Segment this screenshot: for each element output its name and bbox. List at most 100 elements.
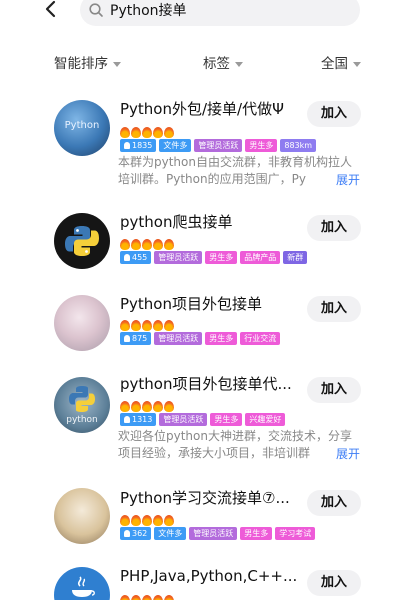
filter-region[interactable]: 全国: [321, 52, 361, 72]
avatar: [54, 295, 110, 351]
search-query: Python接单: [110, 3, 187, 19]
flame-icon: [153, 239, 163, 250]
flame-icon: [164, 595, 174, 600]
flame-icon: [164, 239, 174, 250]
group-title: Python外包/接单/代做Ψ: [120, 100, 284, 118]
tag: 男生多: [205, 251, 238, 264]
tag: 男生多: [210, 413, 243, 426]
flame-icon: [164, 320, 174, 331]
tag: 管理员活跃: [189, 527, 238, 540]
java-logo-icon: [72, 576, 95, 597]
flame-icon: [153, 320, 163, 331]
member-count-badge: 1835: [120, 139, 157, 152]
flame-rating: [120, 123, 175, 138]
flame-icon: [120, 595, 130, 600]
flame-icon: [142, 515, 152, 526]
flame-icon: [142, 595, 152, 600]
tag-row: 1313 管理员活跃 男生多 兴趣爱好: [120, 413, 288, 427]
flame-icon: [120, 401, 130, 412]
flame-icon: [131, 401, 141, 412]
flame-icon: [120, 515, 130, 526]
person-icon: [124, 530, 130, 537]
person-icon: [124, 416, 130, 423]
member-count-badge: 362: [120, 527, 152, 540]
tag: 学习考试: [275, 527, 316, 540]
tag: 男生多: [205, 332, 238, 345]
back-arrow-icon: [45, 0, 56, 18]
dropdown-triangle-icon: [235, 61, 243, 67]
avatar-text: Python: [64, 120, 100, 131]
join-button[interactable]: 加入: [307, 296, 361, 322]
flame-icon: [153, 127, 163, 138]
flame-icon: [164, 127, 174, 138]
group-description: 本群为python自由交流群，非教育机构拉人 培训群。Python的应用范围广，…: [118, 154, 362, 188]
member-count: 362: [132, 529, 148, 538]
tag: 品牌产品: [240, 251, 281, 264]
group-description: 欢迎各位python大神进群，交流技术，分享 项目经验，承接大小项目，非培训群: [118, 428, 362, 462]
filter-bar: 智能排序 标签 全国: [0, 48, 413, 74]
tag-row: 455 管理员活跃 男生多 品牌产品 新群: [120, 251, 310, 265]
join-button[interactable]: 加入: [307, 101, 361, 127]
member-count-badge: 1313: [120, 413, 157, 426]
search-bar[interactable]: Python接单: [80, 0, 360, 26]
join-button[interactable]: 加入: [307, 490, 361, 516]
tag: 管理员活跃: [154, 332, 203, 345]
flame-icon: [153, 401, 163, 412]
tag: 文件多: [159, 139, 192, 152]
tag-row: 875 管理员活跃 男生多 行业交流: [120, 332, 283, 346]
member-count: 875: [132, 334, 148, 343]
tag: 883km: [280, 139, 317, 152]
expand-link[interactable]: 展开: [336, 445, 360, 462]
flame-icon: [153, 515, 163, 526]
dropdown-triangle-icon: [353, 61, 361, 67]
join-button[interactable]: 加入: [307, 215, 361, 241]
group-title: python爬虫接单: [120, 213, 233, 231]
tag: 行业交流: [240, 332, 281, 345]
flame-rating: [120, 316, 175, 331]
search-icon: [89, 3, 103, 17]
member-count: 1313: [132, 415, 153, 424]
member-count: 1835: [132, 141, 153, 150]
filter-tags-label: 标签: [203, 56, 230, 72]
flame-icon: [142, 401, 152, 412]
description-line: 本群为python自由交流群，非教育机构拉人: [118, 155, 352, 169]
flame-rating: [120, 397, 175, 412]
flame-icon: [131, 515, 141, 526]
tag: 管理员活跃: [194, 139, 243, 152]
flame-icon: [142, 239, 152, 250]
flame-icon: [120, 320, 130, 331]
filter-sort[interactable]: 智能排序: [54, 52, 121, 72]
group-title: PHP,Java,Python,C++...: [120, 567, 298, 585]
tag: 文件多: [154, 527, 187, 540]
tag: 男生多: [240, 527, 273, 540]
flame-icon: [142, 320, 152, 331]
group-title: python项目外包接单代...: [120, 375, 292, 393]
tag: 管理员活跃: [159, 413, 208, 426]
person-icon: [124, 335, 130, 342]
top-bar: Python接单: [0, 0, 413, 36]
flame-rating: [120, 511, 175, 526]
flame-icon: [142, 127, 152, 138]
flame-icon: [120, 127, 130, 138]
flame-icon: [164, 515, 174, 526]
avatar: [54, 213, 110, 269]
group-title: Python项目外包接单: [120, 295, 262, 313]
dropdown-triangle-icon: [113, 61, 121, 67]
join-button[interactable]: 加入: [307, 570, 361, 596]
description-line: 项目经验，承接大小项目，非培训群: [118, 446, 311, 460]
filter-tags[interactable]: 标签: [203, 52, 243, 72]
avatar: Python: [54, 100, 110, 156]
python-logo-icon: [65, 226, 99, 256]
flame-rating: [120, 591, 175, 600]
flame-rating: [120, 235, 175, 250]
description-line: 欢迎各位python大神进群，交流技术，分享: [118, 429, 352, 443]
tag: 男生多: [245, 139, 278, 152]
person-icon: [124, 254, 130, 261]
expand-link[interactable]: 展开: [336, 171, 360, 188]
join-button[interactable]: 加入: [307, 377, 361, 403]
tag: 新群: [283, 251, 308, 264]
flame-icon: [131, 320, 141, 331]
tag-row: 1835 文件多 管理员活跃 男生多 883km: [120, 139, 319, 153]
filter-region-label: 全国: [321, 56, 348, 72]
back-button[interactable]: [44, 0, 66, 22]
